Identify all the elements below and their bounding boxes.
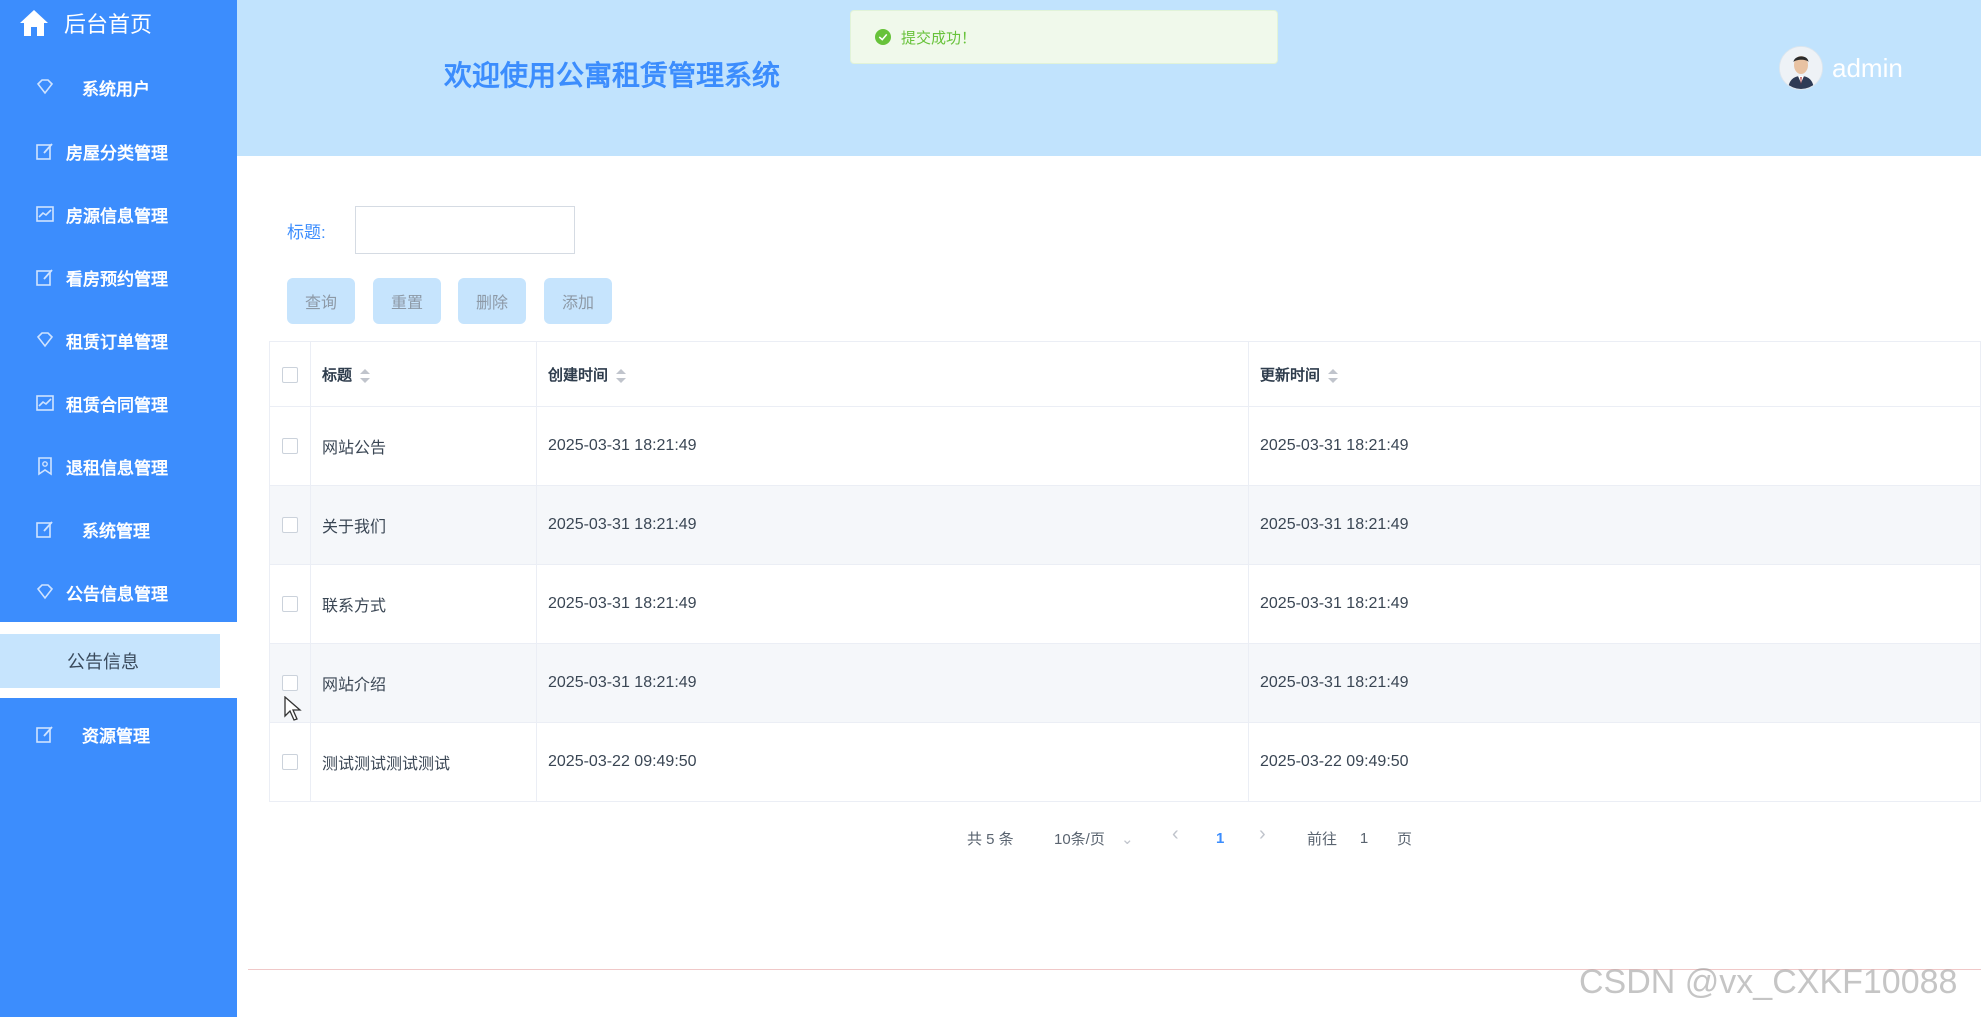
announcement-table: 标题 创建时间 更新时间 网站公告 2025-03-31 18:21:49 20… [269, 341, 1981, 802]
submenu: 公告信息 [0, 622, 237, 698]
column-header-created[interactable]: 创建时间 [536, 341, 1249, 407]
chart-icon [34, 203, 56, 225]
sidebar-item-rental-orders[interactable]: 租赁订单管理 [0, 315, 237, 365]
cell-updated: 2025-03-31 18:21:49 [1248, 485, 1981, 565]
check-circle-icon [875, 29, 891, 45]
success-toast: 提交成功！ [850, 10, 1278, 64]
sidebar: 后台首页 系统用户 房屋分类管理 房源信息管理 看房预约管理 租赁订单管理 租赁… [0, 0, 237, 1017]
pagination-total: 共 5 条 [967, 830, 1014, 848]
sort-icon[interactable] [1328, 368, 1339, 383]
watermark: CSDN @vx_CXKF10088 [1579, 963, 1958, 1001]
submenu-item-announcement-info[interactable]: 公告信息 [0, 634, 220, 688]
diamond-icon [34, 76, 56, 98]
home-icon [20, 10, 48, 36]
sidebar-item-system-management[interactable]: 系统管理 [0, 504, 237, 554]
row-select-cell [269, 485, 311, 565]
cell-updated: 2025-03-31 18:21:49 [1248, 564, 1981, 644]
diamond-icon [34, 329, 56, 351]
table-row[interactable]: 联系方式 2025-03-31 18:21:49 2025-03-31 18:2… [269, 564, 1981, 644]
table-row[interactable]: 关于我们 2025-03-31 18:21:49 2025-03-31 18:2… [269, 485, 1981, 565]
sidebar-item-viewing-appointments[interactable]: 看房预约管理 [0, 252, 237, 302]
chevron-down-icon: ⌄ [1121, 830, 1134, 848]
row-select-cell [269, 406, 311, 486]
sidebar-item-system-users[interactable]: 系统用户 [0, 62, 237, 112]
sidebar-item-rental-contracts[interactable]: 租赁合同管理 [0, 378, 237, 428]
toast-message: 提交成功！ [901, 29, 977, 47]
cell-created: 2025-03-31 18:21:49 [536, 643, 1249, 723]
add-button[interactable]: 添加 [544, 278, 612, 324]
table-row[interactable]: 网站介绍 2025-03-31 18:21:49 2025-03-31 18:2… [269, 643, 1981, 723]
mouse-cursor-icon [284, 696, 302, 721]
cell-title: 测试测试测试测试 [310, 722, 537, 802]
page-title: 欢迎使用公寓租赁管理系统 [444, 60, 781, 91]
home-label: 后台首页 [64, 12, 153, 37]
username: admin [1832, 52, 1903, 83]
cell-created: 2025-03-22 09:49:50 [536, 722, 1249, 802]
title-filter-input[interactable] [355, 206, 575, 254]
delete-button[interactable]: 删除 [458, 278, 526, 324]
next-page-icon[interactable]: › [1259, 823, 1266, 846]
diamond-icon [34, 581, 56, 603]
prev-page-icon[interactable]: ‹ [1172, 823, 1179, 846]
table-row[interactable]: 网站公告 2025-03-31 18:21:49 2025-03-31 18:2… [269, 406, 1981, 486]
sort-icon[interactable] [360, 368, 371, 383]
title-filter-label: 标题: [287, 223, 326, 242]
edit-icon [34, 723, 56, 745]
edit-icon [34, 140, 56, 162]
page-number[interactable]: 1 [1216, 830, 1224, 847]
chart-icon [34, 392, 56, 414]
sidebar-item-resource-management[interactable]: 资源管理 [0, 709, 237, 759]
column-header-updated[interactable]: 更新时间 [1248, 341, 1981, 407]
avatar [1779, 46, 1823, 90]
cell-title: 网站公告 [310, 406, 537, 486]
goto-page-input[interactable] [1344, 826, 1384, 850]
page-size-select[interactable]: 10条/页 ⌄ [1054, 828, 1134, 849]
table-header-row: 标题 创建时间 更新时间 [269, 341, 1981, 407]
cell-updated: 2025-03-31 18:21:49 [1248, 643, 1981, 723]
row-checkbox[interactable] [282, 674, 298, 691]
edit-icon [34, 518, 56, 540]
cell-title: 联系方式 [310, 564, 537, 644]
row-checkbox[interactable] [282, 437, 298, 454]
cell-created: 2025-03-31 18:21:49 [536, 564, 1249, 644]
query-button[interactable]: 查询 [287, 278, 355, 324]
bookmark-icon [34, 455, 56, 477]
cell-title: 网站介绍 [310, 643, 537, 723]
goto-label: 前往 [1307, 830, 1338, 848]
select-all-checkbox[interactable] [282, 366, 298, 383]
sidebar-item-listing-info[interactable]: 房源信息管理 [0, 189, 237, 239]
sort-icon[interactable] [616, 368, 627, 383]
row-select-cell [269, 564, 311, 644]
cell-created: 2025-03-31 18:21:49 [536, 406, 1249, 486]
edit-icon [34, 266, 56, 288]
header-select-cell [269, 341, 311, 407]
reset-button[interactable]: 重置 [373, 278, 441, 324]
row-select-cell [269, 722, 311, 802]
home-link[interactable]: 后台首页 [18, 4, 152, 42]
row-checkbox[interactable] [282, 595, 298, 612]
sidebar-item-house-category[interactable]: 房屋分类管理 [0, 126, 237, 176]
cell-created: 2025-03-31 18:21:49 [536, 485, 1249, 565]
goto-suffix: 页 [1397, 830, 1413, 848]
row-checkbox[interactable] [282, 516, 298, 533]
sidebar-item-move-out-info[interactable]: 退租信息管理 [0, 441, 237, 491]
cell-updated: 2025-03-22 09:49:50 [1248, 722, 1981, 802]
table-row[interactable]: 测试测试测试测试 2025-03-22 09:49:50 2025-03-22 … [269, 722, 1981, 802]
user-menu[interactable]: admin [1779, 46, 1903, 90]
row-checkbox[interactable] [282, 753, 298, 770]
column-header-title[interactable]: 标题 [310, 341, 537, 407]
cell-title: 关于我们 [310, 485, 537, 565]
sidebar-item-announcement-management[interactable]: 公告信息管理 [0, 567, 237, 617]
cell-updated: 2025-03-31 18:21:49 [1248, 406, 1981, 486]
